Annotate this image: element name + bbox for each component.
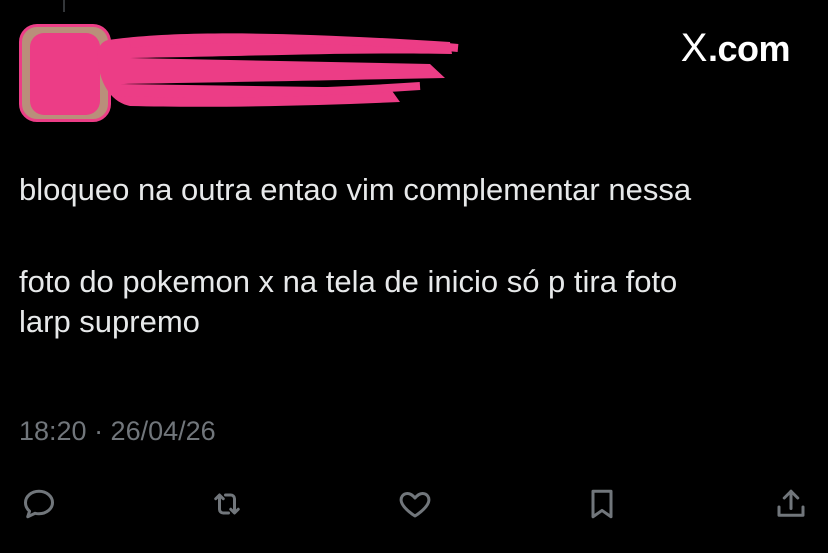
action-bar xyxy=(19,484,811,524)
tweet-text: bloqueo na outra entao vim complementar … xyxy=(19,170,814,342)
like-button[interactable] xyxy=(395,484,435,524)
brand-domain: .com xyxy=(707,28,791,69)
reply-icon xyxy=(24,489,54,519)
repost-button[interactable] xyxy=(207,484,247,524)
brand-logo: X.com xyxy=(680,26,791,71)
thread-line xyxy=(63,0,65,12)
share-icon xyxy=(777,489,805,517)
heart-icon xyxy=(399,492,431,518)
tweet-timestamp[interactable]: 18:20 · 26/04/26 xyxy=(19,416,216,447)
x-logo-icon: X xyxy=(680,26,708,70)
reply-button[interactable] xyxy=(19,484,59,524)
share-button[interactable] xyxy=(771,484,811,524)
tweet-line: foto do pokemon x na tela de inicio só p… xyxy=(19,264,678,299)
username-redaction xyxy=(97,33,459,107)
repost-icon xyxy=(214,493,240,515)
tweet-line: larp supremo xyxy=(19,304,200,339)
bookmark-icon xyxy=(591,489,613,519)
brand-text: X.com xyxy=(680,26,791,71)
tweet-line: bloqueo na outra entao vim complementar … xyxy=(19,172,692,207)
bookmark-button[interactable] xyxy=(582,484,622,524)
